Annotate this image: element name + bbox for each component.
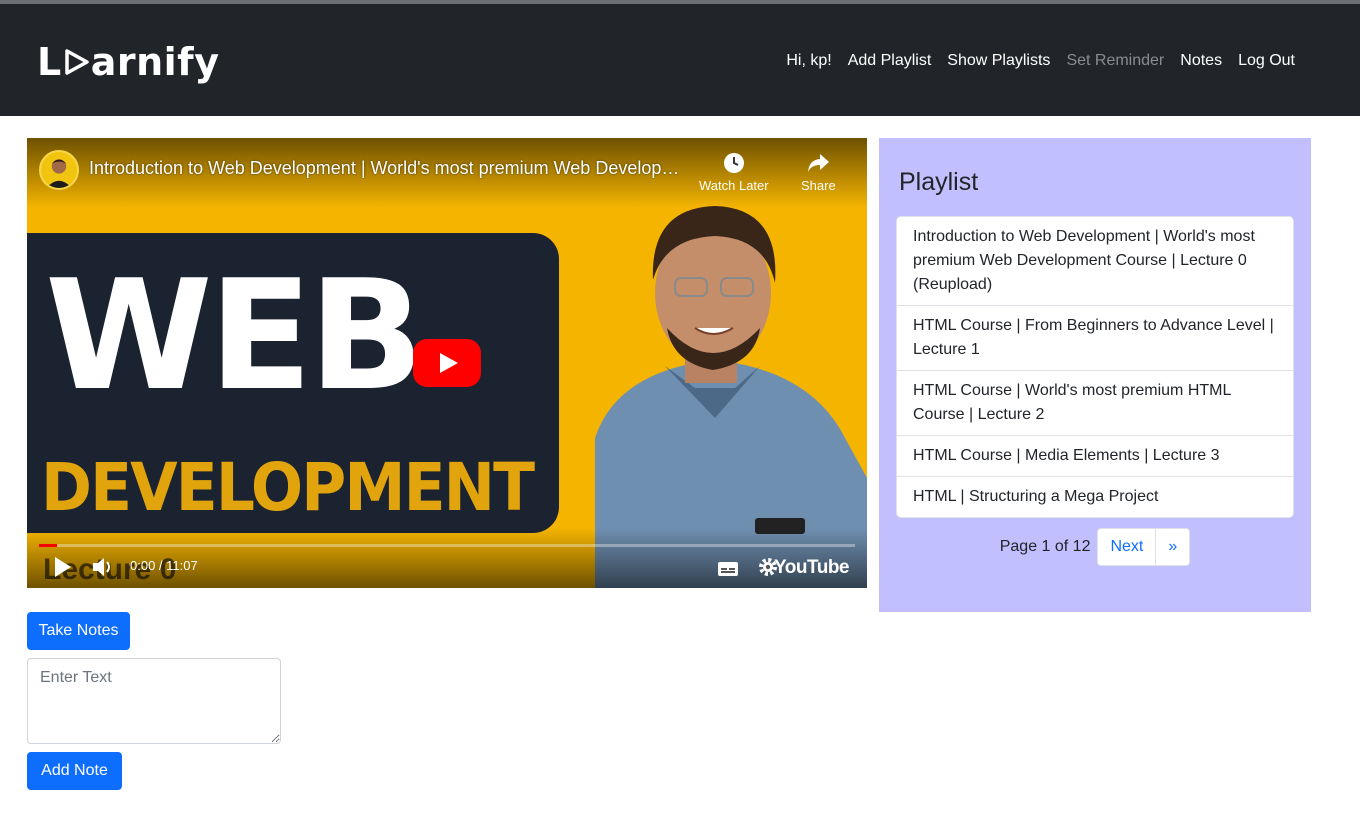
thumbnail-heading: WEB — [45, 247, 424, 424]
take-notes-button[interactable]: Take Notes — [27, 612, 130, 650]
watch-later-label: Watch Later — [699, 178, 769, 193]
nav-add-playlist[interactable]: Add Playlist — [840, 50, 940, 72]
nav-greeting[interactable]: Hi, kp! — [778, 50, 839, 72]
nav-set-reminder[interactable]: Set Reminder — [1058, 50, 1172, 72]
youtube-play-button[interactable] — [413, 339, 481, 387]
youtube-logo[interactable]: YouTube — [774, 557, 849, 579]
channel-avatar-icon — [46, 159, 72, 188]
playlist-item[interactable]: HTML Course | From Beginners to Advance … — [897, 305, 1293, 370]
brand-letter: L — [37, 40, 62, 84]
brand-rest: arnify — [90, 40, 220, 84]
play-logo-icon — [64, 49, 89, 75]
playlist-item[interactable]: Introduction to Web Development | World'… — [897, 217, 1293, 305]
video-player[interactable]: WEB DEVELOPMENT Introduction to Web Deve… — [27, 138, 867, 588]
clock-icon — [723, 153, 744, 173]
progress-fill — [39, 544, 57, 547]
share-arrow-icon — [808, 154, 830, 172]
playlist-panel: Playlist Introduction to Web Development… — [879, 138, 1311, 612]
watch-later-button[interactable]: Watch Later — [699, 152, 769, 193]
volume-icon[interactable] — [91, 556, 117, 578]
play-icon[interactable] — [53, 556, 73, 578]
next-page-button[interactable]: Next — [1097, 528, 1157, 566]
playlist-item[interactable]: HTML | Structuring a Mega Project — [897, 476, 1293, 517]
nav-show-playlists[interactable]: Show Playlists — [939, 50, 1058, 72]
share-label: Share — [801, 178, 836, 193]
brand-logo[interactable]: L arnify — [37, 42, 219, 82]
thumbnail-subheading: DEVELOPMENT — [41, 449, 535, 526]
nav-logout[interactable]: Log Out — [1230, 50, 1303, 72]
notes-textarea[interactable] — [27, 658, 281, 744]
add-note-button[interactable]: Add Note — [27, 752, 122, 790]
navbar: L arnify Hi, kp! Add Playlist Show Playl… — [0, 4, 1360, 116]
nav-links: Hi, kp! Add Playlist Show Playlists Set … — [778, 50, 1303, 72]
playlist-heading: Playlist — [899, 168, 979, 196]
share-button[interactable]: Share — [801, 152, 836, 193]
nav-notes[interactable]: Notes — [1172, 50, 1230, 72]
video-progress-bar[interactable] — [39, 544, 855, 547]
playlist-list: Introduction to Web Development | World'… — [896, 216, 1294, 518]
page-info: Page 1 of 12 — [999, 538, 1091, 555]
channel-avatar[interactable] — [39, 150, 79, 190]
pagination: Page 1 of 12 Next » — [879, 528, 1311, 566]
playlist-item[interactable]: HTML Course | World's most premium HTML … — [897, 370, 1293, 435]
video-time: 0:00 / 11:07 — [130, 558, 198, 573]
captions-icon[interactable] — [717, 560, 739, 578]
last-page-button[interactable]: » — [1156, 528, 1191, 566]
playlist-item[interactable]: HTML Course | Media Elements | Lecture 3 — [897, 435, 1293, 476]
video-title[interactable]: Introduction to Web Development | World'… — [89, 158, 689, 179]
